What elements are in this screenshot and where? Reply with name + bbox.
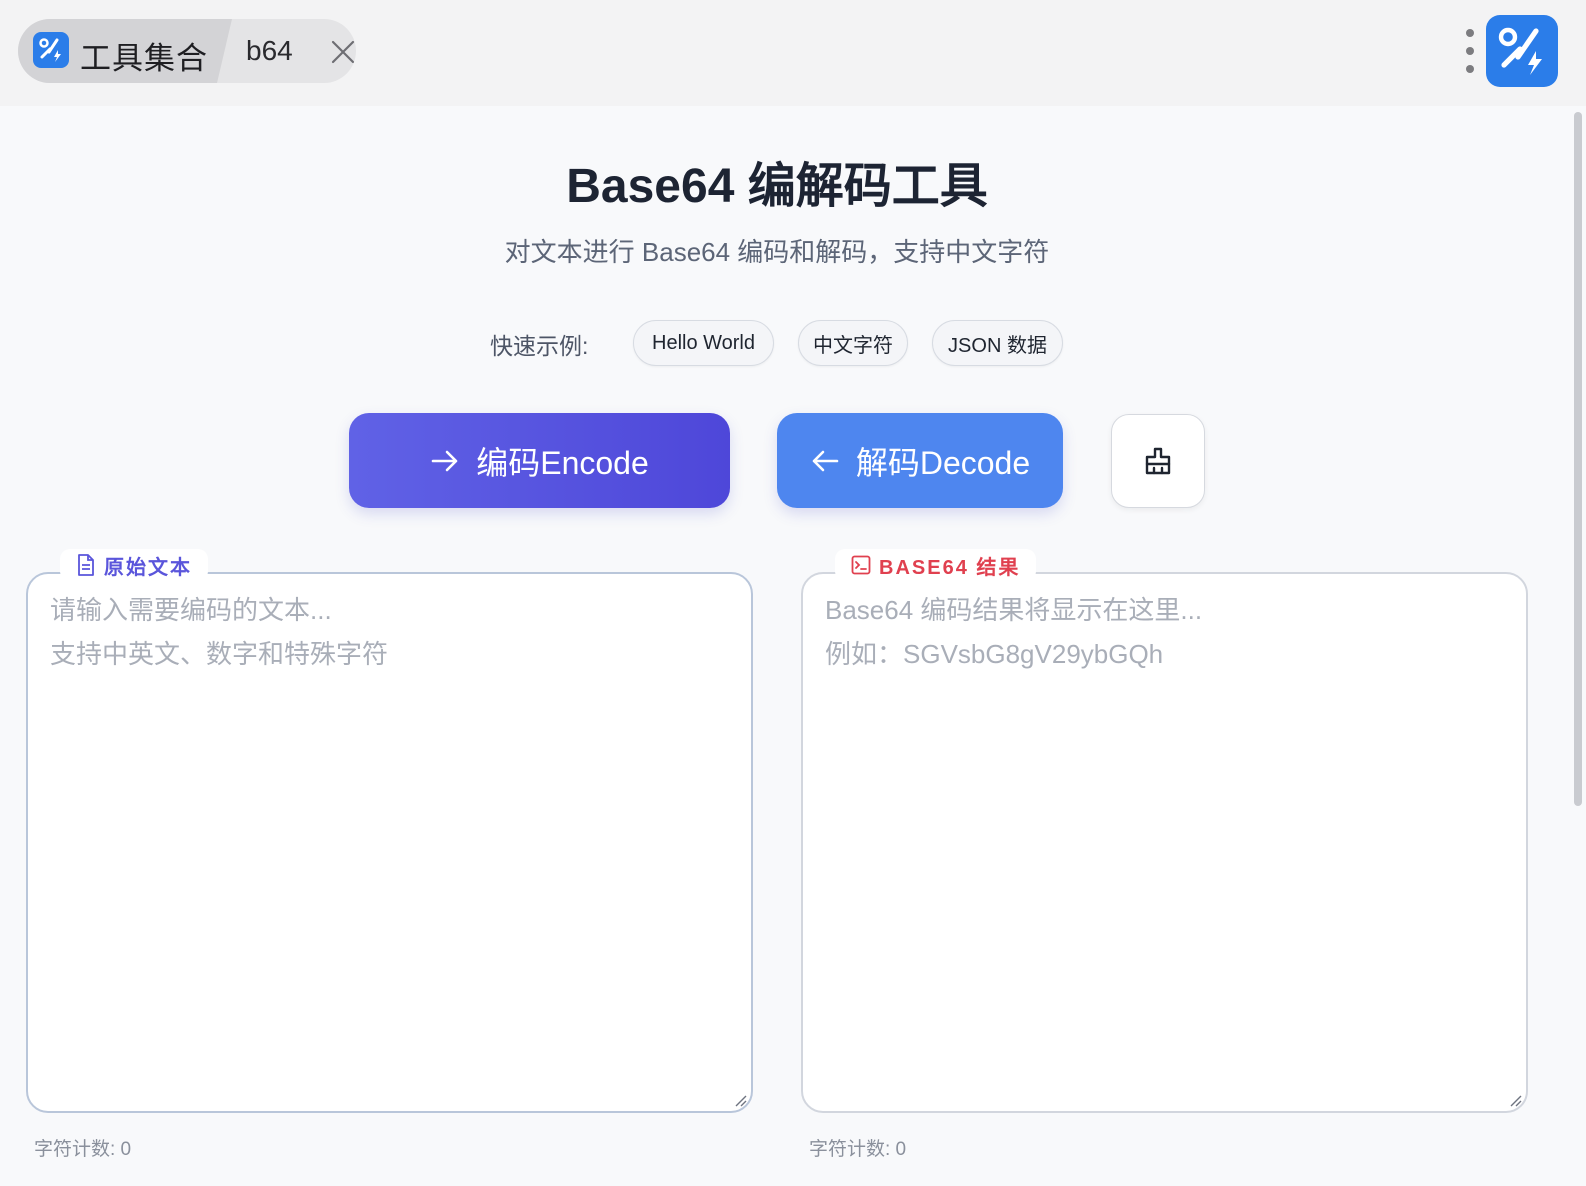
arrow-left-icon	[812, 450, 839, 471]
more-menu-icon[interactable]	[1464, 29, 1476, 73]
tab-b64-label[interactable]: b64	[246, 35, 293, 67]
decode-button[interactable]: 解码Decode	[777, 413, 1063, 508]
input-textarea[interactable]	[28, 574, 751, 1111]
clear-button[interactable]	[1111, 414, 1205, 508]
page-title: Base64 编解码工具	[566, 160, 988, 213]
tab-app[interactable]: 工具集合	[18, 19, 232, 83]
app-logo-icon[interactable]	[1486, 15, 1558, 87]
top-bar: 工具集合 b64	[0, 0, 1586, 106]
page-scrollbar[interactable]	[1574, 112, 1582, 806]
arrow-right-icon	[431, 450, 458, 471]
document-icon	[78, 554, 94, 576]
example-json-chip[interactable]: JSON 数据	[932, 320, 1063, 366]
tab-group: 工具集合 b64	[18, 19, 356, 83]
close-icon[interactable]	[329, 38, 356, 66]
app-tools-icon	[33, 32, 69, 68]
page-subtitle: 对文本进行 Base64 编码和解码，支持中文字符	[504, 237, 1050, 267]
broom-icon	[1145, 447, 1171, 475]
input-panel	[26, 572, 753, 1113]
output-char-counter: 字符计数: 0	[809, 1139, 907, 1160]
output-panel-tag-label: BASE64 结果	[879, 556, 1021, 579]
resize-handle-icon[interactable]	[733, 1093, 747, 1107]
example-chinese-chip[interactable]: 中文字符	[798, 320, 908, 366]
input-panel-tag: 原始文本	[60, 549, 208, 581]
terminal-icon	[851, 555, 871, 575]
quick-examples-label: 快速示例:	[490, 333, 589, 359]
input-panel-tag-label: 原始文本	[104, 556, 192, 579]
encode-button[interactable]: 编码Encode	[349, 413, 730, 508]
input-char-counter: 字符计数: 0	[34, 1139, 132, 1160]
example-hello-world-chip[interactable]: Hello World	[633, 320, 774, 366]
decode-button-label: 解码Decode	[855, 444, 1031, 481]
resize-handle-icon[interactable]	[1508, 1093, 1522, 1107]
encode-button-label: 编码Encode	[476, 444, 649, 481]
output-textarea[interactable]	[803, 574, 1526, 1111]
tab-app-label: 工具集合	[80, 41, 208, 76]
output-panel	[801, 572, 1528, 1113]
output-panel-tag: BASE64 结果	[835, 549, 1037, 581]
